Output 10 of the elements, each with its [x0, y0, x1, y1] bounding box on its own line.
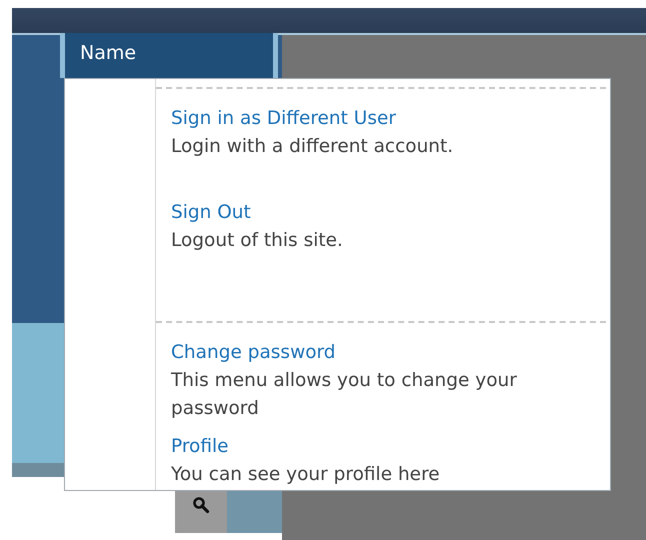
menu-link[interactable]: Profile — [171, 433, 606, 461]
menu-description: You can see your profile here — [171, 463, 441, 487]
menu-description: This menu allows you to change your password — [171, 369, 518, 421]
menu-link[interactable]: Sign in as Different User — [171, 105, 606, 133]
menu-link[interactable]: Sign Out — [171, 199, 606, 227]
user-menu-tab[interactable]: Name — [60, 33, 278, 78]
search-icon — [192, 496, 210, 514]
menu-link[interactable]: Change password — [171, 339, 606, 367]
menu-description: Login with a different account. — [171, 135, 454, 159]
menu-description: Logout of this site. — [171, 229, 344, 253]
